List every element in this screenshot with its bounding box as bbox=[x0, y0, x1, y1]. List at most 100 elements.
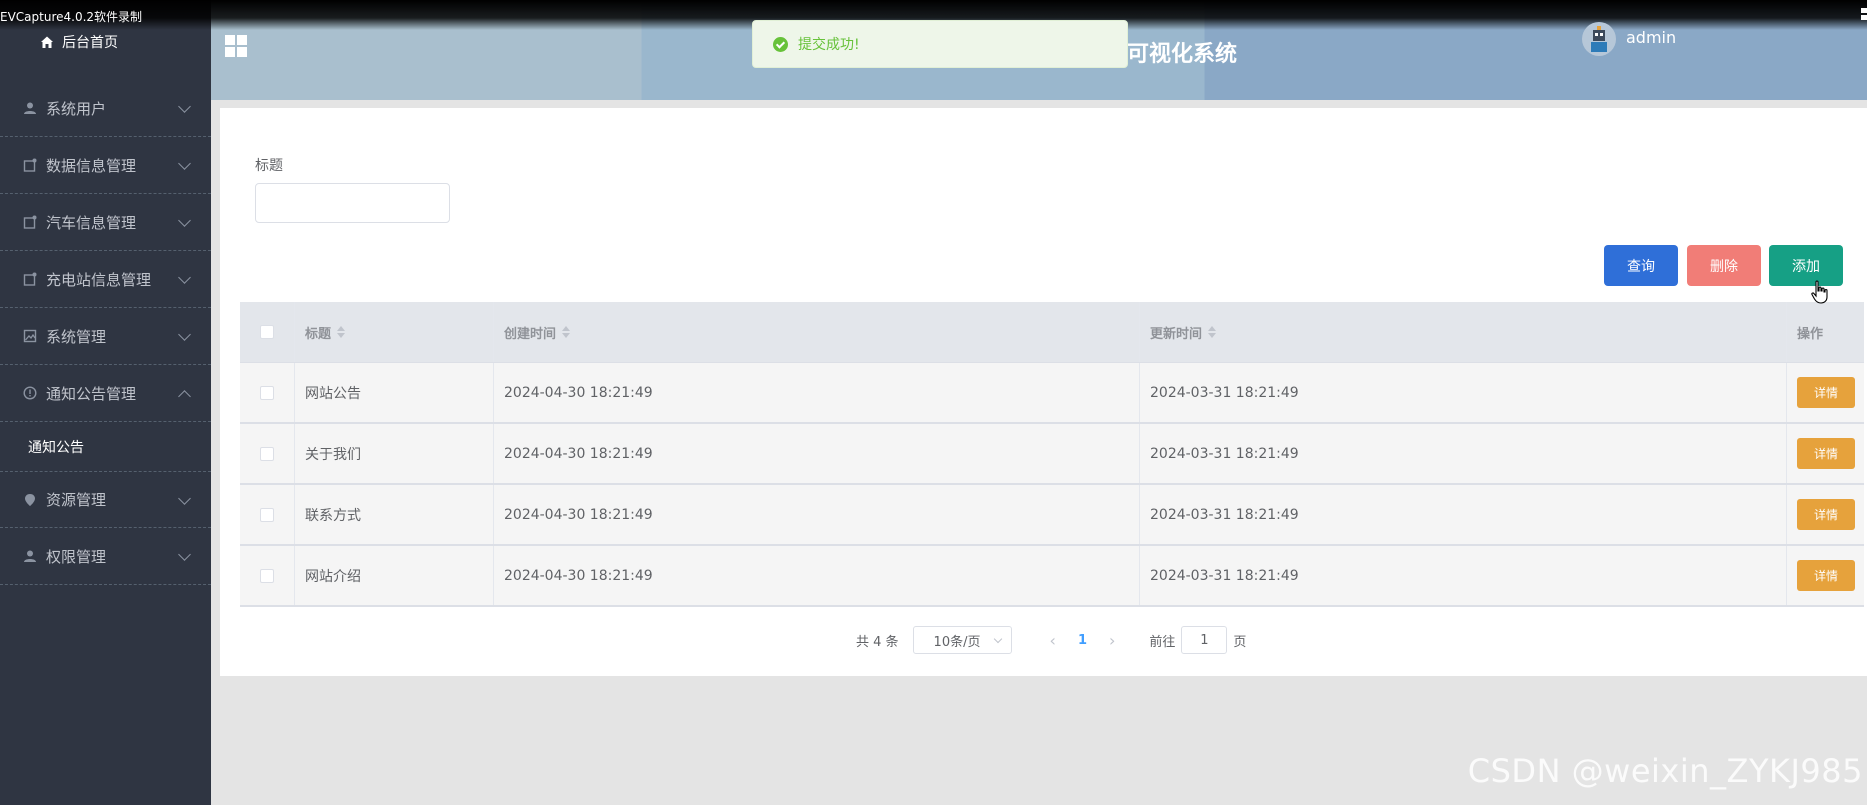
sidebar-item-label: 汽车信息管理 bbox=[46, 213, 137, 232]
row-checkbox[interactable] bbox=[260, 446, 274, 461]
sidebar-item-car-info[interactable]: 汽车信息管理 bbox=[0, 194, 211, 251]
sidebar-item-label: 系统用户 bbox=[46, 99, 107, 118]
sidebar-item-system-management[interactable]: 系统管理 bbox=[0, 308, 211, 365]
doc-icon bbox=[22, 271, 38, 287]
user-name[interactable]: admin bbox=[1626, 28, 1676, 47]
cell-action: 详情 bbox=[1787, 485, 1864, 544]
cell-title: 网站公告 bbox=[295, 363, 494, 422]
chevron-up-icon bbox=[178, 390, 191, 403]
row-checkbox[interactable] bbox=[260, 385, 274, 400]
location-icon bbox=[22, 492, 38, 508]
column-label: 创建时间 bbox=[504, 326, 557, 342]
filter-title-label: 标题 bbox=[255, 158, 283, 174]
sidebar-item-permission-management[interactable]: 权限管理 bbox=[0, 528, 211, 585]
chevron-down-icon bbox=[178, 328, 191, 341]
chevron-down-icon bbox=[178, 271, 191, 284]
detail-button[interactable]: 详情 bbox=[1797, 377, 1855, 408]
success-toast: 提交成功! bbox=[752, 20, 1128, 68]
chevron-down-icon bbox=[993, 634, 1002, 644]
table-row: 联系方式 2024-04-30 18:21:49 2024-03-31 18:2… bbox=[240, 485, 1864, 546]
header-updated[interactable]: 更新时间 bbox=[1140, 302, 1787, 362]
add-button[interactable]: 添加 bbox=[1769, 245, 1843, 286]
row-checkbox-cell bbox=[240, 424, 295, 483]
chevron-down-icon bbox=[178, 491, 191, 505]
notice-table: 标题 创建时间 更新时间 操作 网站公告 2024-04-30 18:21:49… bbox=[240, 302, 1864, 607]
sidebar-item-notice-management[interactable]: 通知公告管理 bbox=[0, 365, 211, 422]
column-label: 操作 bbox=[1797, 326, 1824, 342]
cell-action: 详情 bbox=[1787, 363, 1864, 422]
sidebar-item-label: 权限管理 bbox=[46, 547, 107, 566]
page-size-select[interactable]: 10条/页 bbox=[912, 626, 1012, 654]
query-button[interactable]: 查询 bbox=[1604, 245, 1678, 286]
sidebar-item-label: 通知公告管理 bbox=[46, 384, 137, 403]
sort-icon[interactable] bbox=[562, 326, 571, 338]
column-label: 更新时间 bbox=[1150, 326, 1203, 342]
sidebar: 后台首页 系统用户 数据信息管理 汽车信息管理 充电站信息管理 系统管理 通知公… bbox=[0, 0, 211, 805]
check-circle-icon bbox=[773, 36, 788, 52]
row-checkbox[interactable] bbox=[260, 568, 274, 583]
table-header-row: 标题 创建时间 更新时间 操作 bbox=[240, 302, 1864, 363]
cell-title: 联系方式 bbox=[295, 485, 494, 544]
sidebar-item-data-info[interactable]: 数据信息管理 bbox=[0, 137, 211, 194]
cell-action: 详情 bbox=[1787, 424, 1864, 483]
system-title: 可视化系统 bbox=[1127, 42, 1238, 67]
pagination-total: 共 4 条 bbox=[856, 634, 899, 650]
cell-created: 2024-04-30 18:21:49 bbox=[494, 363, 1140, 422]
capture-menu-icon[interactable] bbox=[1861, 8, 1867, 22]
row-checkbox[interactable] bbox=[260, 507, 274, 522]
next-page-icon[interactable]: › bbox=[1109, 631, 1115, 650]
sidebar-item-charging-station[interactable]: 充电站信息管理 bbox=[0, 251, 211, 308]
table-row: 网站介绍 2024-04-30 18:21:49 2024-03-31 18:2… bbox=[240, 546, 1864, 607]
sidebar-subitem-notice[interactable]: 通知公告 bbox=[0, 422, 211, 471]
sidebar-item-resource-management[interactable]: 资源管理 bbox=[0, 471, 211, 528]
header-checkbox-cell bbox=[240, 302, 295, 362]
table-row: 网站公告 2024-04-30 18:21:49 2024-03-31 18:2… bbox=[240, 363, 1864, 424]
title-search-input[interactable] bbox=[255, 183, 450, 223]
picture-icon bbox=[22, 328, 38, 344]
goto-label: 前往 bbox=[1149, 634, 1176, 650]
header-title[interactable]: 标题 bbox=[295, 302, 494, 362]
grid-menu-icon[interactable] bbox=[225, 35, 247, 57]
sidebar-item-system-users[interactable]: 系统用户 bbox=[0, 80, 211, 137]
table-body: 网站公告 2024-04-30 18:21:49 2024-03-31 18:2… bbox=[240, 363, 1864, 607]
sidebar-home-label: 后台首页 bbox=[62, 35, 118, 51]
sidebar-item-label: 数据信息管理 bbox=[46, 156, 137, 175]
cell-action: 详情 bbox=[1787, 546, 1864, 605]
cell-updated: 2024-03-31 18:21:49 bbox=[1140, 485, 1787, 544]
delete-button[interactable]: 删除 bbox=[1687, 245, 1761, 286]
page-number[interactable]: 1 bbox=[1078, 633, 1087, 648]
sidebar-menu: 系统用户 数据信息管理 汽车信息管理 充电站信息管理 系统管理 通知公告管理 通… bbox=[0, 80, 211, 585]
sidebar-item-label: 充电站信息管理 bbox=[46, 270, 152, 289]
cell-updated: 2024-03-31 18:21:49 bbox=[1140, 424, 1787, 483]
detail-button[interactable]: 详情 bbox=[1797, 438, 1855, 469]
sidebar-item-label: 资源管理 bbox=[46, 491, 107, 509]
prev-page-icon[interactable]: ‹ bbox=[1050, 631, 1056, 650]
chevron-down-icon bbox=[178, 548, 191, 561]
goto-page-input[interactable]: 1 bbox=[1181, 626, 1228, 654]
table-row: 关于我们 2024-04-30 18:21:49 2024-03-31 18:2… bbox=[240, 424, 1864, 485]
sidebar-item-label: 系统管理 bbox=[46, 327, 107, 346]
row-checkbox-cell bbox=[240, 546, 295, 605]
sort-icon[interactable] bbox=[337, 326, 346, 338]
watermark: CSDN @weixin_ZYKJ985 bbox=[1467, 752, 1863, 790]
doc-icon bbox=[22, 214, 38, 230]
cell-created: 2024-04-30 18:21:49 bbox=[494, 546, 1140, 605]
cell-title: 关于我们 bbox=[295, 424, 494, 483]
toast-message: 提交成功! bbox=[798, 37, 860, 53]
select-all-checkbox[interactable] bbox=[260, 325, 274, 339]
row-checkbox-cell bbox=[240, 363, 295, 422]
user-icon bbox=[22, 100, 38, 116]
goto-suffix: 页 bbox=[1233, 634, 1247, 650]
detail-button[interactable]: 详情 bbox=[1797, 499, 1855, 530]
sidebar-home-link[interactable]: 后台首页 bbox=[40, 32, 118, 52]
detail-button[interactable]: 详情 bbox=[1797, 560, 1855, 591]
chevron-down-icon bbox=[178, 157, 191, 170]
chevron-down-icon bbox=[178, 100, 191, 113]
cell-updated: 2024-03-31 18:21:49 bbox=[1140, 546, 1787, 605]
avatar[interactable] bbox=[1582, 22, 1616, 56]
cell-created: 2024-04-30 18:21:49 bbox=[494, 485, 1140, 544]
hand-cursor-icon bbox=[1810, 280, 1830, 308]
header-created[interactable]: 创建时间 bbox=[494, 302, 1140, 362]
column-label: 标题 bbox=[305, 326, 332, 342]
sort-icon[interactable] bbox=[1208, 326, 1217, 338]
